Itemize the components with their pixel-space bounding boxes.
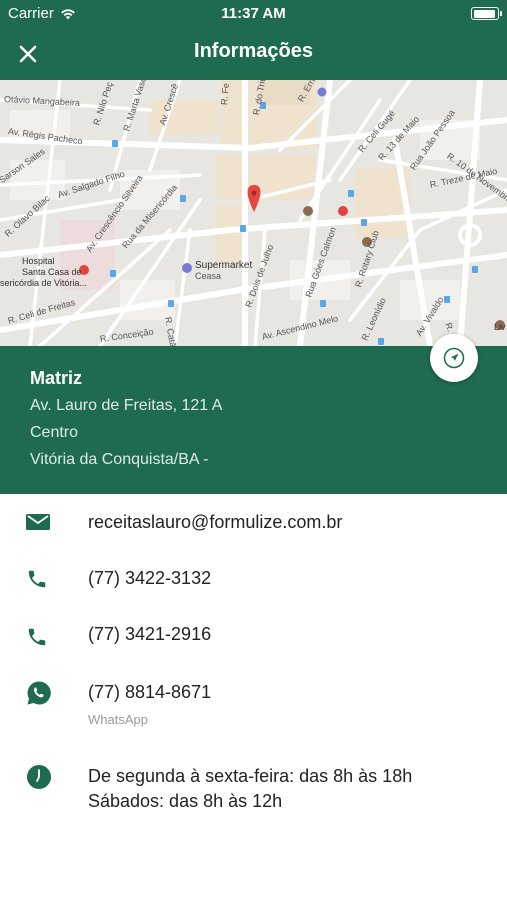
whatsapp-row[interactable]: (77) 8814-8671 WhatsApp xyxy=(0,668,507,738)
email-row[interactable]: receitaslauro@formulize.com.br xyxy=(0,494,507,550)
clock-icon xyxy=(26,764,52,790)
map-location-pin xyxy=(247,185,261,212)
page-title: Informações xyxy=(194,40,313,62)
location-city: Vitória da Conquista/BA - xyxy=(30,451,209,468)
navigation-arrow-icon xyxy=(443,347,465,369)
phone-icon xyxy=(26,568,48,590)
map-label: Supermarket xyxy=(195,260,253,271)
map-label: Ceasa xyxy=(195,271,222,281)
phone-row-2[interactable]: (77) 3421-2916 xyxy=(0,610,507,664)
map-label: Santa Casa de xyxy=(22,267,82,277)
status-bar: Carrier 11:37 AM xyxy=(0,0,507,28)
whatsapp-icon xyxy=(26,680,52,706)
location-district: Centro xyxy=(30,424,79,441)
whatsapp-label: WhatsApp xyxy=(88,712,148,727)
map-label: Hospital xyxy=(22,256,55,266)
hours-weekdays: De segunda à sexta-feira: das 8h às 18h xyxy=(88,766,413,786)
battery-icon xyxy=(471,7,502,20)
address-panel: Matriz Av. Lauro de Freitas, 121 A Centr… xyxy=(0,334,507,494)
map-label: Liv xyxy=(494,322,506,332)
battery-level xyxy=(473,9,496,18)
hours-row: De segunda à sexta-feira: das 8h às 18h … xyxy=(0,752,507,822)
phone-value-1: (77) 3422-3132 xyxy=(88,568,212,588)
status-time: 11:37 AM xyxy=(221,5,286,22)
phone-value-2: (77) 3421-2916 xyxy=(88,624,212,644)
map-label: R. Fe xyxy=(219,82,231,106)
phone-row-1[interactable]: (77) 3422-3132 xyxy=(0,552,507,606)
phone-icon xyxy=(26,626,48,648)
navigation-bar: Informações xyxy=(0,28,507,80)
directions-button[interactable] xyxy=(430,334,478,382)
map-label: sericórdia de Vitória... xyxy=(0,278,87,288)
hours-saturday: Sábados: das 8h às 12h xyxy=(88,791,283,811)
location-name: Matriz xyxy=(30,368,83,388)
email-icon xyxy=(26,514,50,530)
email-value: receitaslauro@formulize.com.br xyxy=(88,512,343,532)
location-street: Av. Lauro de Freitas, 121 A xyxy=(30,397,223,414)
map-view[interactable]: Otávio Mangabeira Av. Régis Pacheco Sars… xyxy=(0,80,507,346)
whatsapp-value: (77) 8814-8671 xyxy=(88,682,212,702)
